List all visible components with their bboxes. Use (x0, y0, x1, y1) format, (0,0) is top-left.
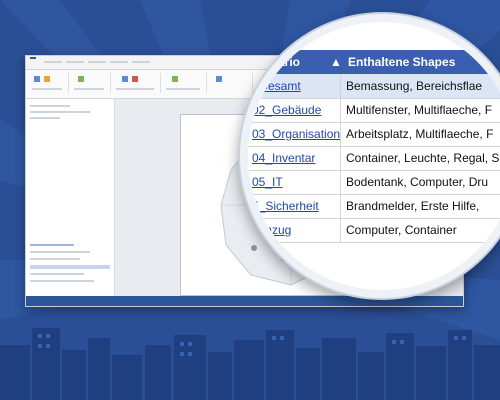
row-shapes: Container, Leuchte, Regal, S (346, 151, 500, 165)
column-header-scenario[interactable]: ario (278, 55, 300, 69)
row-link[interactable]: 05_IT (252, 175, 283, 189)
pane-line (30, 117, 60, 119)
ribbon-label (166, 88, 200, 90)
sort-arrow-icon[interactable]: ▲ (330, 55, 342, 69)
ribbon-label (74, 88, 104, 90)
pane-line[interactable] (30, 244, 74, 246)
shapes-pane (26, 99, 115, 296)
pane-line-selected[interactable] (30, 265, 110, 269)
table-row[interactable]: 03_Organisation Arbeitsplatz, Multiflaec… (248, 122, 500, 147)
ribbon-button-icon[interactable] (34, 76, 40, 82)
row-link[interactable]: 03_Organisation (252, 127, 340, 141)
ribbon-group (70, 73, 111, 93)
ribbon-button-icon[interactable] (78, 76, 84, 82)
table-header: ario ▲ Enthaltene Shapes (248, 50, 500, 74)
pane-line (30, 111, 90, 113)
ribbon-label (32, 88, 62, 90)
ribbon-group (208, 73, 253, 93)
table-row[interactable]: 04_Inventar Container, Leuchte, Regal, S (248, 146, 500, 171)
row-shapes: Multifenster, Multiflaeche, F (346, 103, 493, 117)
row-shapes: Computer, Container (346, 223, 457, 237)
ribbon-button-icon[interactable] (172, 76, 178, 82)
table-row[interactable]: mzug Computer, Container (248, 218, 500, 243)
tab-placeholder[interactable] (110, 61, 128, 63)
table-row[interactable]: 05_IT Bodentank, Computer, Dru (248, 170, 500, 195)
row-shapes: Bodentank, Computer, Dru (346, 175, 489, 189)
table-row[interactable]: _Gesamt Bemassung, Bereichsflae (248, 74, 500, 99)
ribbon-button-icon[interactable] (44, 76, 50, 82)
tab-placeholder[interactable] (44, 61, 62, 63)
table-row[interactable]: 02_Gebäude Multifenster, Multiflaeche, F (248, 98, 500, 123)
row-shapes: Bemassung, Bereichsflae (346, 79, 483, 93)
pane-line[interactable] (30, 251, 90, 253)
row-link[interactable]: 5_Sicherheit (252, 199, 319, 213)
row-link[interactable]: 04_Inventar (252, 151, 315, 165)
tab-placeholder[interactable] (66, 61, 84, 63)
column-header-shapes[interactable]: Enthaltene Shapes (348, 55, 455, 69)
tab-placeholder[interactable] (132, 61, 150, 63)
table-row[interactable]: 5_Sicherheit Brandmelder, Erste Hilfe, (248, 194, 500, 219)
tab-placeholder[interactable] (88, 61, 106, 63)
row-shapes: Brandmelder, Erste Hilfe, (346, 199, 480, 213)
ribbon-label (116, 88, 154, 90)
pane-line[interactable] (30, 273, 84, 275)
map-pin-icon[interactable] (251, 245, 257, 251)
ribbon-group (162, 73, 207, 93)
pane-line[interactable] (30, 258, 80, 260)
status-bar (26, 296, 463, 306)
ribbon-button-icon[interactable] (132, 76, 138, 82)
ribbon-button-icon[interactable] (122, 76, 128, 82)
pane-line (30, 105, 70, 107)
tab-file[interactable] (30, 57, 36, 59)
row-link[interactable]: 02_Gebäude (252, 103, 321, 117)
map-pin-icon[interactable] (281, 255, 287, 261)
row-link[interactable]: _Gesamt (252, 79, 301, 93)
row-shapes: Arbeitsplatz, Multiflaeche, F (346, 127, 494, 141)
pane-line[interactable] (30, 280, 94, 282)
magnifier-lens: ario ▲ Enthaltene Shapes _Gesamt Bemassu… (248, 22, 500, 290)
row-link[interactable]: mzug (262, 223, 291, 237)
ribbon-button-icon[interactable] (216, 76, 222, 82)
